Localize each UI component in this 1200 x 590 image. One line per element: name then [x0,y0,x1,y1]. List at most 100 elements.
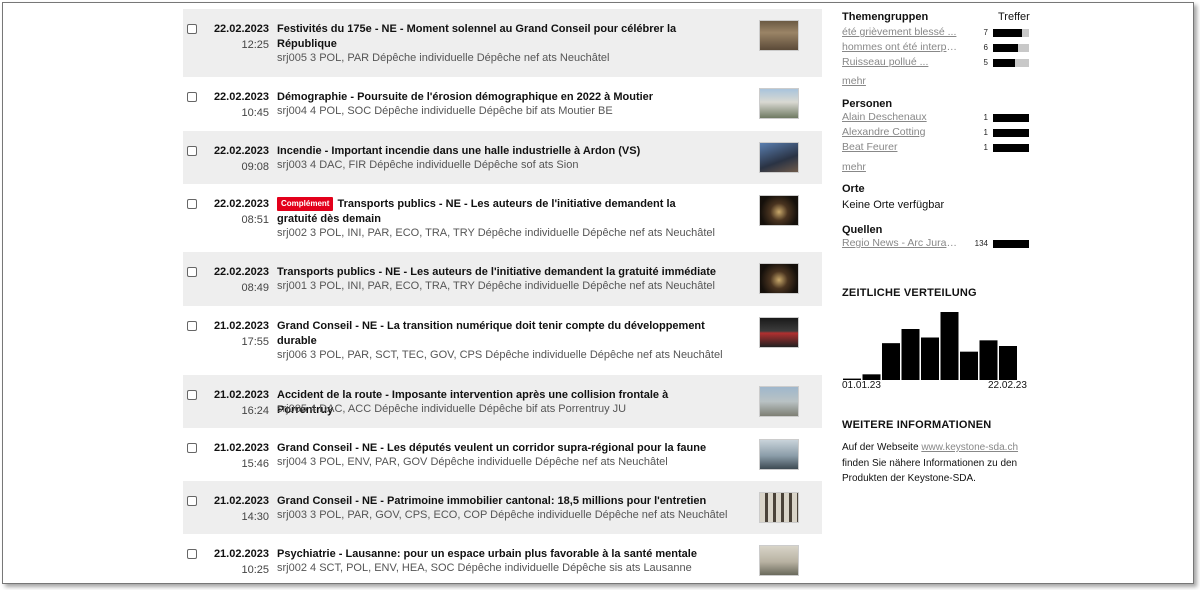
sidebar-bar-fill [993,114,1029,122]
sidebar-bar-fill [993,144,1029,152]
news-title-text[interactable]: Démographie - Poursuite de l'érosion dém… [277,91,653,103]
news-thumbnail[interactable] [759,263,799,294]
sidebar-bar-rest [1015,59,1029,67]
news-time: 12:25 [241,39,269,51]
news-thumbnail[interactable] [759,88,799,119]
news-row[interactable]: 21.02.2023 14:30 Grand Conseil - NE - Pa… [183,481,822,534]
news-meta: srj002 4 SCT, POL, ENV, HEA, SOC Dépêche… [277,562,692,574]
row-checkbox[interactable] [187,199,197,209]
sidebar-link[interactable]: Ruisseau pollué ... [842,56,962,68]
histogram-bar [960,351,978,380]
treffer-label: Treffer [998,11,1030,23]
news-title-text[interactable]: Transports publics - NE - Les auteurs de… [277,266,716,278]
sidebar-bar-rest [1018,44,1029,52]
sidebar-count: 1 [983,143,988,152]
sidebar-bar [993,114,1029,122]
news-title-text[interactable]: Grand Conseil - NE - La transition numér… [277,320,705,347]
row-checkbox[interactable] [187,146,197,156]
news-title-text[interactable]: Incendie - Important incendie dans une h… [277,145,640,157]
themengruppen-more-link[interactable]: mehr [842,75,866,87]
news-meta: srj004 4 POL, SOC Dépêche individuelle D… [277,105,613,117]
histogram-bar [979,340,998,380]
news-title[interactable]: Incendie - Important incendie dans une h… [277,144,717,159]
news-thumbnail[interactable] [759,545,799,576]
sidebar-bar [993,59,1029,67]
news-time: 08:51 [241,214,269,226]
news-title[interactable]: Grand Conseil - NE - La transition numér… [277,319,717,349]
row-checkbox[interactable] [187,267,197,277]
sidebar-bar-fill [993,129,1029,137]
news-date: 21.02.2023 [213,495,269,507]
news-thumbnail[interactable] [759,492,799,523]
news-meta: srj003 4 DAC, FIR Dépêche individuelle D… [277,159,579,171]
news-title[interactable]: Grand Conseil - NE - Les députés veulent… [277,441,717,456]
sidebar-bar [993,240,1029,248]
news-thumbnail[interactable] [759,20,799,51]
sidebar-count: 1 [983,128,988,137]
news-time: 15:46 [241,458,269,470]
news-meta: srj002 3 POL, INI, PAR, ECO, TRA, TRY Dé… [277,227,715,239]
personen-more-link[interactable]: mehr [842,161,866,173]
news-title[interactable]: Grand Conseil - NE - Patrimoine immobili… [277,494,717,509]
sidebar-bar-fill [993,44,1018,52]
news-row[interactable]: 21.02.2023 15:46 Grand Conseil - NE - Le… [183,428,822,481]
news-row[interactable]: 22.02.2023 09:08 Incendie - Important in… [183,131,822,184]
news-thumbnail[interactable] [759,439,799,470]
row-checkbox[interactable] [187,443,197,453]
news-thumbnail[interactable] [759,386,799,417]
news-thumbnail[interactable] [759,195,799,226]
news-time: 16:24 [241,405,269,417]
sidebar-link[interactable]: Alain Deschenaux [842,111,962,123]
news-meta: srj004 3 POL, ENV, PAR, GOV Dépêche indi… [277,456,668,468]
news-title-text[interactable]: Festivités du 175e - NE - Moment solenne… [277,23,676,50]
sidebar-bar-fill [993,29,1022,37]
sidebar-link[interactable]: Alexandre Cotting [842,126,962,138]
news-title-text[interactable]: Grand Conseil - NE - Les députés veulent… [277,442,706,454]
sidebar-link[interactable]: été grièvement blessé ... [842,26,962,38]
news-meta: srj003 3 POL, PAR, GOV, CPS, ECO, COP Dé… [277,509,728,521]
complement-badge: Complément [277,197,334,211]
news-time: 17:55 [241,336,269,348]
news-title[interactable]: Démographie - Poursuite de l'érosion dém… [277,90,717,105]
sidebar-count: 5 [983,58,988,67]
news-date: 22.02.2023 [213,145,269,157]
news-time: 08:49 [241,282,269,294]
sidebar-link[interactable]: hommes ont été interpell... [842,41,962,53]
orte-heading: Orte [842,183,865,195]
row-checkbox[interactable] [187,496,197,506]
sidebar-bar [993,129,1029,137]
news-thumbnail[interactable] [759,317,799,348]
sidebar-bar-fill [993,240,1029,248]
news-row[interactable]: 22.02.2023 12:25 Festivités du 175e - NE… [183,9,822,77]
news-row[interactable]: 21.02.2023 10:25 Psychiatrie - Lausanne:… [183,534,822,583]
news-row[interactable]: 21.02.2023 17:55 Grand Conseil - NE - La… [183,306,822,375]
row-checkbox[interactable] [187,24,197,34]
news-thumbnail[interactable] [759,142,799,173]
sidebar-link[interactable]: Beat Feurer [842,141,962,153]
news-row[interactable]: 22.02.2023 10:45 Démographie - Poursuite… [183,77,822,131]
app-frame: 22.02.2023 12:25 Festivités du 175e - NE… [2,2,1194,584]
news-date: 21.02.2023 [213,320,269,332]
news-title[interactable]: Festivités du 175e - NE - Moment solenne… [277,22,717,52]
news-date: 22.02.2023 [213,266,269,278]
news-meta: srj005 3 POL, PAR Dépêche individuelle D… [277,52,610,64]
time-distribution-chart [843,312,1017,380]
sidebar-link[interactable]: Regio News - Arc Jurassi... [842,237,962,249]
sidebar-bar [993,29,1029,37]
keystone-website-link[interactable]: www.keystone-sda.ch [921,442,1018,453]
news-title[interactable]: Transports publics - NE - Les auteurs de… [277,265,717,280]
row-checkbox[interactable] [187,549,197,559]
news-title-text[interactable]: Transports publics - NE - Les auteurs de… [277,198,676,225]
news-row[interactable]: 21.02.2023 16:24 Accident de la route - … [183,375,822,428]
row-checkbox[interactable] [187,321,197,331]
news-title-text[interactable]: Psychiatrie - Lausanne: pour un espace u… [277,548,697,560]
sidebar-bar [993,144,1029,152]
news-title[interactable]: Psychiatrie - Lausanne: pour un espace u… [277,547,717,562]
sidebar-bar [993,44,1029,52]
row-checkbox[interactable] [187,390,197,400]
news-row[interactable]: 22.02.2023 08:51 Complément Transports pu… [183,184,822,252]
row-checkbox[interactable] [187,92,197,102]
news-title-text[interactable]: Grand Conseil - NE - Patrimoine immobili… [277,495,706,507]
news-title[interactable]: Complément Transports publics - NE - Les … [277,197,717,227]
news-row[interactable]: 22.02.2023 08:49 Transports publics - NE… [183,252,822,306]
